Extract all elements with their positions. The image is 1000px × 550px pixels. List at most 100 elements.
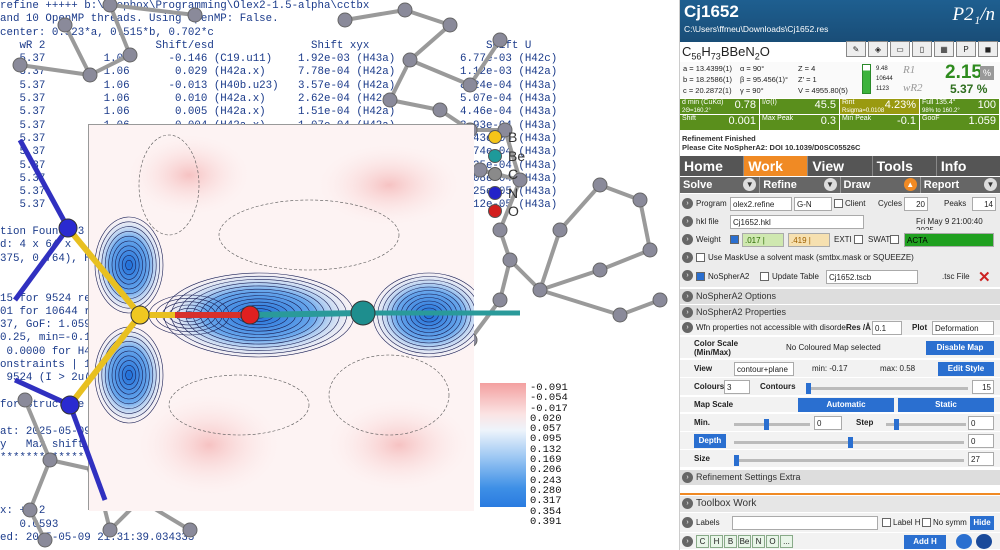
carbon-atom: [382, 92, 398, 108]
res-input[interactable]: 0.1: [872, 321, 902, 335]
view-select[interactable]: contour+plane: [734, 362, 794, 376]
tab-tools[interactable]: Tools: [873, 156, 937, 176]
element-symbol: Be: [508, 147, 526, 164]
chevron-icon[interactable]: ▼: [823, 178, 837, 191]
program-select[interactable]: olex2.refine: [730, 197, 792, 211]
client-checkbox[interactable]: [834, 199, 843, 208]
tsc-file-select[interactable]: Cj1652.tscb: [826, 270, 918, 284]
subtab-solve[interactable]: Solve ▼: [680, 177, 761, 193]
nospher-options-section[interactable]: › NoSpherA2 Options: [680, 289, 1000, 304]
tab-home[interactable]: Home: [680, 156, 745, 176]
carbon-atom: [57, 17, 73, 33]
chevron-icon[interactable]: ▲: [903, 178, 917, 191]
toggle-icon[interactable]: ›: [682, 536, 693, 547]
cube-icon[interactable]: ◼: [978, 41, 998, 57]
close-icon[interactable]: ✕: [978, 268, 991, 286]
wr2-label: wR2: [903, 82, 923, 94]
size-input[interactable]: 27: [968, 452, 994, 466]
toggle-icon[interactable]: ›: [682, 322, 693, 333]
stat-tile: Shift 0.001: [680, 115, 759, 130]
slider-knob[interactable]: [848, 437, 853, 448]
acta-select[interactable]: ACTA: [904, 233, 994, 247]
hide-button[interactable]: Hide: [970, 516, 994, 530]
disable-map-button[interactable]: Disable Map: [926, 341, 994, 355]
subtab-refine[interactable]: Refine ▼: [760, 177, 841, 193]
tab-info[interactable]: Info: [937, 156, 1000, 176]
depth-button[interactable]: Depth: [694, 434, 726, 448]
tab-work[interactable]: Work: [744, 156, 809, 176]
size-slider[interactable]: [734, 455, 964, 466]
subtab-report[interactable]: Report ▼: [921, 177, 1000, 193]
element-button-B[interactable]: B: [724, 535, 737, 548]
toggle-icon[interactable]: ›: [682, 252, 693, 263]
work-subtabs: Solve ▼ Refine ▼ Draw ▲ Report ▼: [680, 177, 1000, 193]
chevron-icon[interactable]: ▼: [984, 178, 997, 191]
toggle-icon[interactable]: ›: [682, 517, 693, 528]
exti-checkbox[interactable]: [854, 235, 863, 244]
swat-checkbox[interactable]: [890, 235, 899, 244]
toolbox-work-section[interactable]: › Toolbox Work: [680, 496, 1000, 512]
twins-icon[interactable]: ▦: [934, 41, 954, 57]
mask-checkbox[interactable]: [696, 253, 705, 262]
r1-label: R1: [903, 64, 916, 76]
weight-value-1[interactable]: .017 | .017: [742, 233, 784, 247]
refinement-extra-section[interactable]: › Refinement Settings Extra: [680, 470, 1000, 485]
element-button-N[interactable]: N: [752, 535, 765, 548]
chevron-icon[interactable]: ▼: [743, 178, 757, 191]
slider-knob[interactable]: [764, 419, 769, 430]
min-slider[interactable]: [734, 419, 810, 430]
tab-view[interactable]: View: [808, 156, 873, 176]
peaks-input[interactable]: 14: [972, 197, 996, 211]
colours-select[interactable]: 3: [724, 380, 750, 394]
automatic-button[interactable]: Automatic: [798, 398, 894, 412]
contours-input[interactable]: 15: [972, 380, 994, 394]
step-slider[interactable]: [886, 419, 966, 430]
weight-value-2[interactable]: .419 | .414: [788, 233, 830, 247]
bond: [408, 23, 452, 62]
sphere-icon[interactable]: [956, 534, 972, 549]
atom-ball-icon: [488, 204, 502, 219]
pencil-icon[interactable]: ✎: [846, 41, 866, 57]
contours-slider[interactable]: [806, 383, 968, 394]
element-button-H[interactable]: H: [710, 535, 723, 548]
toggle-icon[interactable]: ›: [682, 216, 693, 227]
document-icon[interactable]: ▯: [912, 41, 932, 57]
shape-icon[interactable]: ◈: [868, 41, 888, 57]
label-h-checkbox[interactable]: [882, 518, 891, 527]
step-input[interactable]: 0: [968, 416, 994, 430]
element-button-C[interactable]: C: [696, 535, 709, 548]
subtab-draw[interactable]: Draw ▲: [841, 177, 921, 193]
contour-color-scale: [480, 383, 526, 507]
depth-slider[interactable]: [734, 437, 964, 448]
labels-select[interactable]: [732, 516, 878, 530]
slider-knob[interactable]: [894, 419, 899, 430]
method-select[interactable]: G-N: [794, 197, 832, 211]
edit-style-button[interactable]: Edit Style: [938, 362, 994, 376]
plot-select[interactable]: Deformation: [932, 321, 994, 335]
static-button[interactable]: Static: [898, 398, 994, 412]
weight-checkbox[interactable]: [730, 235, 739, 244]
depth-input[interactable]: 0: [968, 434, 994, 448]
element-button-Be[interactable]: Be: [738, 535, 751, 548]
nospher-checkbox[interactable]: [696, 272, 705, 281]
toggle-icon[interactable]: ›: [682, 234, 693, 245]
slider-knob[interactable]: [734, 455, 739, 466]
cycles-input[interactable]: 20: [904, 197, 928, 211]
update-table-checkbox[interactable]: [760, 272, 769, 281]
min-input[interactable]: 0: [814, 416, 842, 430]
add-h-button[interactable]: Add H: [904, 535, 946, 549]
no-symm-checkbox[interactable]: [922, 518, 931, 527]
hkl-select[interactable]: Cj1652.hkl: [730, 215, 864, 229]
pton-icon[interactable]: P: [956, 41, 976, 57]
sphere-icon-2[interactable]: [976, 534, 992, 549]
slider-knob[interactable]: [806, 383, 811, 394]
toggle-icon[interactable]: ›: [682, 198, 693, 209]
element-button-O[interactable]: O: [766, 535, 779, 548]
toggle-icon[interactable]: ›: [682, 270, 693, 281]
carbon-atom: [102, 0, 118, 13]
structure-viewer[interactable]: refine +++++ b:\Dropbox\Programming\Olex…: [0, 0, 675, 550]
folder-icon[interactable]: ▭: [890, 41, 910, 57]
bond: [63, 24, 92, 76]
nospher-properties-section[interactable]: › NoSpherA2 Properties: [680, 305, 1000, 320]
element-button-...[interactable]: ...: [780, 535, 793, 548]
